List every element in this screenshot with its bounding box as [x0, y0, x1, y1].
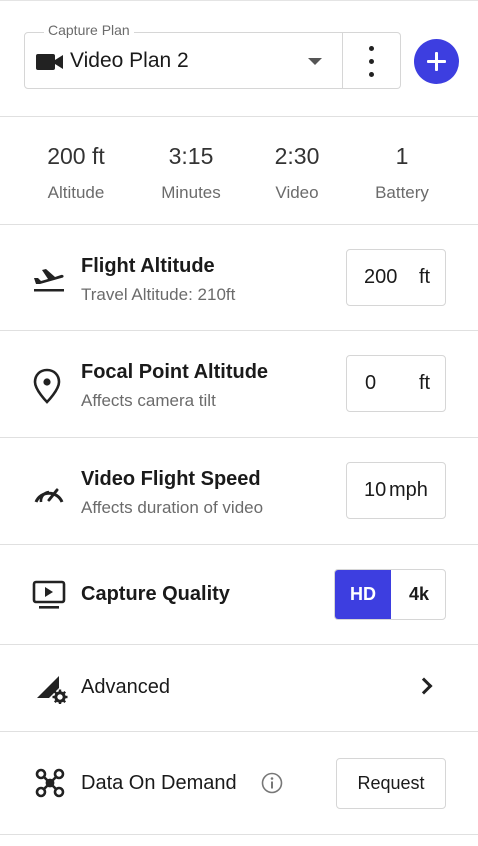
- flight-altitude-input[interactable]: 200 ft: [346, 249, 446, 306]
- focal-point-input[interactable]: 0 ft: [346, 355, 446, 412]
- stat-value: 1: [395, 143, 409, 169]
- advanced-title: Advanced: [81, 676, 170, 698]
- flight-altitude-title: Flight Altitude: [81, 255, 215, 277]
- video-camera-icon: [36, 52, 63, 77]
- quality-4k-button[interactable]: 4k: [391, 570, 445, 619]
- flight-altitude-value: 200: [364, 266, 398, 288]
- plan-stats: 200 ft Altitude 3:15 Minutes 2:30 Video …: [0, 117, 478, 225]
- capture-plan-label: Capture Plan: [44, 22, 134, 38]
- capture-plan-select[interactable]: Video Plan 2: [24, 32, 343, 89]
- stat-value: 200 ft: [47, 143, 105, 169]
- quality-hd-button[interactable]: HD: [335, 570, 391, 619]
- caret-down-icon: [308, 58, 322, 65]
- header: Video Plan 2 Capture Plan: [0, 0, 478, 117]
- add-plan-button[interactable]: [414, 39, 459, 84]
- takeoff-icon: [32, 266, 66, 299]
- focal-point-title: Focal Point Altitude: [81, 361, 269, 383]
- stat-label: Altitude: [47, 183, 105, 202]
- focal-point-unit: ft: [419, 372, 431, 394]
- signal-gear-icon: [35, 672, 69, 709]
- speedometer-icon: [32, 480, 66, 509]
- request-button[interactable]: Request: [336, 758, 446, 809]
- flight-speed-input[interactable]: 10 mph: [346, 462, 446, 519]
- stat-label: Video: [275, 183, 319, 202]
- data-on-demand-title: Data On Demand: [81, 772, 237, 794]
- flight-speed-row: Video Flight Speed Affects duration of v…: [0, 438, 478, 545]
- flight-speed-value: 10: [364, 479, 387, 501]
- drone-icon: [35, 768, 65, 803]
- more-options-button[interactable]: [343, 32, 401, 89]
- focal-point-value: 0: [365, 372, 377, 394]
- capture-quality-toggle: HD 4k: [334, 569, 446, 620]
- stat-value: 2:30: [274, 143, 320, 169]
- flight-altitude-unit: ft: [419, 266, 431, 288]
- info-icon[interactable]: [261, 772, 283, 799]
- more-vertical-icon: [369, 46, 374, 51]
- monitor-play-icon: [32, 580, 66, 615]
- flight-altitude-row: Flight Altitude Travel Altitude: 210ft 2…: [0, 225, 478, 331]
- stat-label: Battery: [375, 183, 429, 202]
- flight-speed-subtitle: Affects duration of video: [81, 498, 264, 517]
- location-pin-icon: [32, 368, 62, 409]
- capture-plan-value: Video Plan 2: [70, 49, 189, 72]
- more-vertical-icon-dot: [369, 72, 374, 77]
- focal-point-row: Focal Point Altitude Affects camera tilt…: [0, 331, 478, 438]
- flight-speed-title: Video Flight Speed: [81, 468, 261, 490]
- flight-speed-unit: mph: [389, 479, 428, 501]
- advanced-row[interactable]: Advanced: [0, 645, 478, 732]
- stat-value: 3:15: [168, 143, 214, 169]
- more-vertical-icon-dot: [369, 59, 374, 64]
- focal-point-subtitle: Affects camera tilt: [81, 391, 216, 410]
- capture-quality-title: Capture Quality: [81, 583, 230, 605]
- flight-altitude-subtitle: Travel Altitude: 210ft: [81, 285, 236, 304]
- stat-label: Minutes: [161, 183, 221, 202]
